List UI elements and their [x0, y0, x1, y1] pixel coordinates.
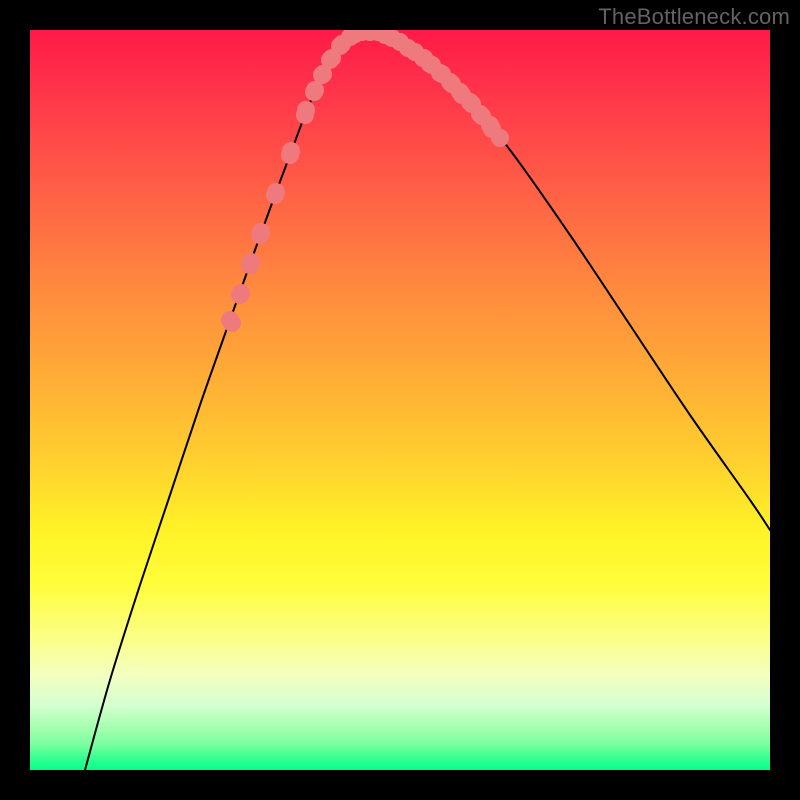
highlight-dot — [267, 183, 285, 201]
highlight-dots-right — [414, 49, 509, 147]
highlight-dots-bottom — [296, 30, 424, 124]
curve-layer — [30, 30, 770, 770]
highlight-dots-left — [221, 142, 300, 332]
highlight-dot — [491, 129, 509, 147]
plot-area — [30, 30, 770, 770]
bottleneck-curve — [85, 32, 770, 770]
highlight-dot — [232, 284, 250, 302]
highlight-dot — [223, 314, 241, 332]
highlight-dot — [242, 253, 260, 271]
chart-frame: TheBottleneck.com — [0, 0, 800, 800]
highlight-dot — [252, 223, 270, 241]
highlight-dot — [282, 142, 300, 160]
watermark-text: TheBottleneck.com — [598, 4, 790, 30]
highlight-dot — [297, 101, 315, 119]
highlight-dot — [406, 43, 424, 61]
